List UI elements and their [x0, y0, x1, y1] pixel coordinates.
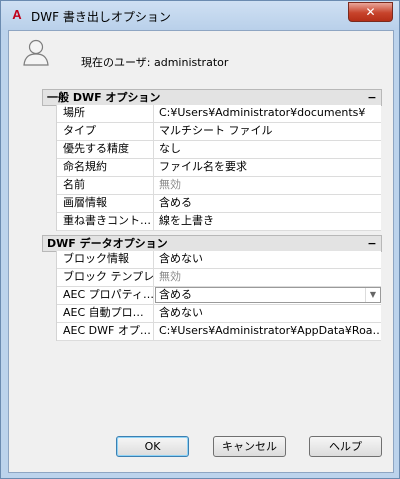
current-user-name: administrator [153, 56, 229, 69]
property-row-aec-dwf-options[interactable]: AEC DWF オプ… C:¥Users¥Administrator¥AppDa… [57, 323, 381, 341]
property-value: 無効 [155, 177, 381, 194]
property-value[interactable]: ファイル名を要求 [155, 159, 381, 176]
property-name: 重ね書きコント… [57, 213, 154, 230]
property-row-location[interactable]: 場所 C:¥Users¥Administrator¥documents¥ [57, 105, 381, 123]
property-row-name[interactable]: 名前 無効 [57, 177, 381, 195]
property-grid-data: ブロック情報 含めない ブロック テンプレ… 無効 AEC プロパティ… 含める… [56, 251, 381, 341]
help-button[interactable]: ヘルプ [309, 436, 382, 457]
property-name: 命名規約 [57, 159, 154, 176]
dialog-window: A DWF 書き出しオプション ✕ 現在のユーザ: administrator … [0, 0, 400, 479]
user-icon [23, 39, 49, 66]
dialog-body: 現在のユーザ: administrator 一般 DWF オプション − 場所 … [8, 30, 394, 473]
property-value: 無効 [155, 269, 381, 286]
property-name: AEC 自動プロ… [57, 305, 154, 322]
title-bar[interactable]: A DWF 書き出しオプション ✕ [1, 1, 399, 30]
chevron-down-icon[interactable]: ▼ [365, 288, 380, 302]
property-name: ブロック情報 [57, 251, 154, 268]
property-value[interactable]: 含めない [155, 251, 381, 268]
cancel-button[interactable]: キャンセル [213, 436, 286, 457]
property-value[interactable]: 含めない [155, 305, 381, 322]
property-name: 画層情報 [57, 195, 154, 212]
property-name: タイプ [57, 123, 154, 140]
property-row-precision[interactable]: 優先する精度 なし [57, 141, 381, 159]
property-value[interactable]: 含める [155, 195, 381, 212]
property-row-block-info[interactable]: ブロック情報 含めない [57, 251, 381, 269]
property-row-naming[interactable]: 命名規約 ファイル名を要求 [57, 159, 381, 177]
property-name: 名前 [57, 177, 154, 194]
property-value[interactable]: マルチシート ファイル [155, 123, 381, 140]
property-row-merge-control[interactable]: 重ね書きコント… 線を上書き [57, 213, 381, 231]
section-title-general: 一般 DWF オプション [47, 91, 161, 104]
current-user-prefix: 現在のユーザ: [81, 56, 154, 69]
close-button[interactable]: ✕ [348, 2, 393, 22]
property-value[interactable]: なし [155, 141, 381, 158]
property-value[interactable]: C:¥Users¥Administrator¥AppData¥Roa… [155, 323, 381, 340]
property-row-type[interactable]: タイプ マルチシート ファイル [57, 123, 381, 141]
collapse-icon[interactable]: − [367, 236, 377, 251]
dropdown-selected-value: 含める [159, 288, 192, 301]
ok-button[interactable]: OK [116, 436, 189, 457]
autocad-app-icon: A [12, 7, 22, 22]
property-row-aec-properties[interactable]: AEC プロパティ… 含める ▼ [57, 287, 381, 305]
window-title: DWF 書き出しオプション [31, 10, 171, 24]
section-title-data: DWF データオプション [47, 237, 168, 250]
property-row-block-template[interactable]: ブロック テンプレ… 無効 [57, 269, 381, 287]
property-name: 優先する精度 [57, 141, 154, 158]
property-name: ブロック テンプレ… [57, 269, 154, 286]
current-user-label: 現在のユーザ: administrator [81, 54, 228, 70]
property-row-layer-info[interactable]: 画層情報 含める [57, 195, 381, 213]
section-header-general[interactable]: 一般 DWF オプション − [42, 89, 382, 106]
property-name: AEC プロパティ… [57, 287, 154, 304]
property-value[interactable]: C:¥Users¥Administrator¥documents¥ [155, 105, 381, 122]
property-name: 場所 [57, 105, 154, 122]
property-row-aec-auto[interactable]: AEC 自動プロ… 含めない [57, 305, 381, 323]
section-header-data[interactable]: DWF データオプション − [42, 235, 382, 252]
property-grid-general: 場所 C:¥Users¥Administrator¥documents¥ タイプ… [56, 105, 381, 231]
property-value[interactable]: 線を上書き [155, 213, 381, 230]
property-name: AEC DWF オプ… [57, 323, 154, 340]
collapse-icon[interactable]: − [367, 90, 377, 105]
aec-properties-dropdown[interactable]: 含める ▼ [155, 287, 381, 303]
